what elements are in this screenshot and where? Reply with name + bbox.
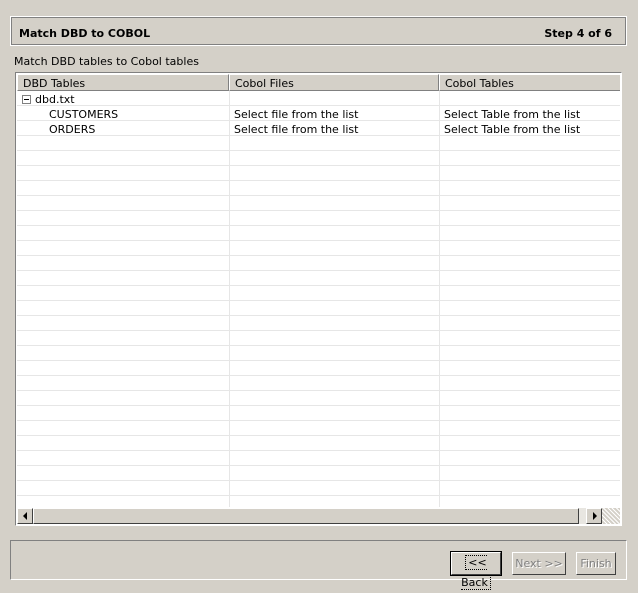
- resize-grip: [602, 508, 620, 524]
- dbd-table-name: CUSTOMERS: [49, 108, 119, 121]
- table-header-row: DBD Tables Cobol Files Cobol Tables: [17, 74, 620, 91]
- arrow-left-icon: [23, 512, 27, 520]
- horizontal-scrollbar[interactable]: [17, 508, 620, 524]
- table-body: [17, 91, 620, 507]
- cobol-file-select[interactable]: Select file from the list: [234, 123, 358, 136]
- collapse-icon[interactable]: [22, 95, 31, 104]
- mapping-table[interactable]: DBD Tables Cobol Files Cobol Tables dbd.…: [15, 72, 622, 526]
- table-row[interactable]: CUSTOMERS Select file from the list Sele…: [17, 107, 620, 122]
- column-header-cobol-tables[interactable]: Cobol Tables: [439, 74, 620, 91]
- next-button[interactable]: Next >>: [512, 552, 566, 575]
- column-header-dbd-tables[interactable]: DBD Tables: [17, 74, 229, 91]
- tree-node-label: dbd.txt: [35, 93, 75, 106]
- scrollbar-thumb[interactable]: [33, 508, 579, 524]
- dbd-table-name: ORDERS: [49, 123, 96, 136]
- instruction-label: Match DBD tables to Cobol tables: [14, 55, 199, 68]
- scroll-left-button[interactable]: [17, 508, 33, 524]
- cobol-table-select[interactable]: Select Table from the list: [444, 123, 580, 136]
- scroll-right-button[interactable]: [586, 508, 602, 524]
- table-row[interactable]: ORDERS Select file from the list Select …: [17, 122, 620, 137]
- cobol-table-select[interactable]: Select Table from the list: [444, 108, 580, 121]
- back-button-label: << Back: [461, 555, 491, 590]
- arrow-right-icon: [593, 512, 597, 520]
- cobol-file-select[interactable]: Select file from the list: [234, 108, 358, 121]
- wizard-step-indicator: Step 4 of 6: [544, 27, 612, 40]
- wizard-header-panel: Match DBD to COBOL Step 4 of 6: [10, 16, 627, 46]
- wizard-footer-panel: << Back Next >> Finish: [10, 540, 627, 590]
- column-header-cobol-files[interactable]: Cobol Files: [229, 74, 439, 91]
- wizard-title: Match DBD to COBOL: [19, 27, 151, 40]
- finish-button[interactable]: Finish: [576, 552, 616, 575]
- back-button[interactable]: << Back: [450, 551, 502, 590]
- column-divider: [229, 91, 230, 507]
- column-divider: [439, 91, 440, 507]
- tree-node-root[interactable]: dbd.txt: [17, 92, 620, 107]
